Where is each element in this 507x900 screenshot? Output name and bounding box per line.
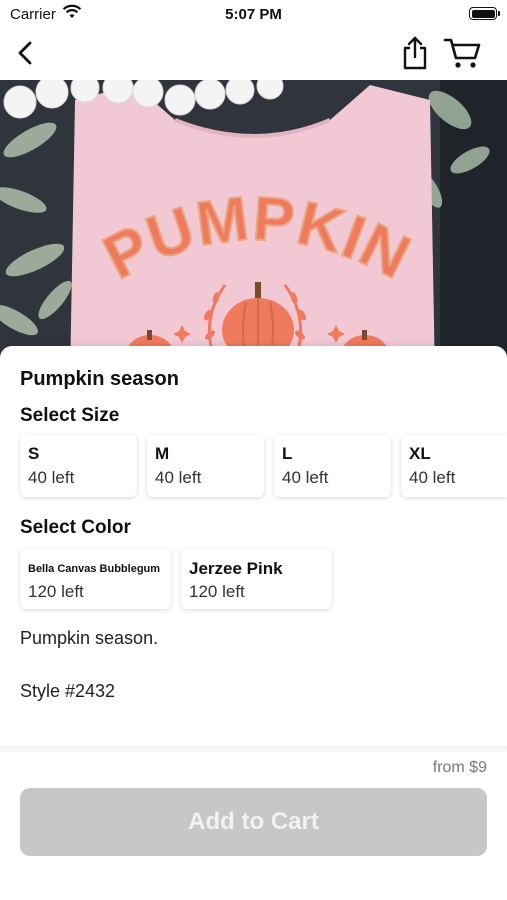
product-image: PUMPKIN xyxy=(0,80,507,380)
size-name: S xyxy=(28,444,40,463)
cart-icon xyxy=(443,38,481,68)
color-name: Jerzee Pink xyxy=(189,559,283,578)
color-stock: 120 left xyxy=(28,582,84,601)
select-size-label: Select Size xyxy=(20,405,120,426)
back-button[interactable] xyxy=(12,38,42,68)
size-name: XL xyxy=(409,444,431,463)
size-stock: 40 left xyxy=(282,468,329,487)
size-options: S 40 left M 40 left L 40 left XL 40 left xyxy=(20,435,507,497)
price-label: from $9 xyxy=(432,759,487,776)
product-title: Pumpkin season xyxy=(20,368,179,390)
chevron-left-icon xyxy=(18,41,32,65)
size-name: M xyxy=(155,444,170,463)
cart-button[interactable] xyxy=(443,36,483,70)
color-options: Bella Canvas Bubblegum 120 left Jerzee P… xyxy=(20,549,507,611)
size-stock: 40 left xyxy=(409,468,456,487)
footer-divider xyxy=(0,746,507,752)
product-detail-sheet: Pumpkin season Select Size S 40 left M 4… xyxy=(0,346,507,746)
color-name: Bella Canvas Bubblegum xyxy=(28,563,161,575)
color-option-jerzee-pink[interactable]: Jerzee Pink 120 left xyxy=(181,549,332,609)
nav-bar xyxy=(0,30,507,80)
size-stock: 40 left xyxy=(155,468,202,487)
size-option-l[interactable]: L 40 left xyxy=(274,435,391,497)
battery-icon xyxy=(469,7,500,20)
product-description: Pumpkin season. xyxy=(20,628,159,648)
color-option-bella-canvas-bubblegum[interactable]: Bella Canvas Bubblegum 120 left xyxy=(20,549,171,609)
style-number: Style #2432 xyxy=(20,681,116,701)
size-name: L xyxy=(282,444,293,463)
status-bar: Carrier 5:07 PM xyxy=(0,0,507,30)
size-stock: 40 left xyxy=(28,468,75,487)
share-icon xyxy=(403,36,427,70)
size-option-xl[interactable]: XL 40 left xyxy=(401,435,507,497)
status-time: 5:07 PM xyxy=(225,6,282,23)
add-to-cart-button[interactable]: Add to Cart xyxy=(20,788,487,856)
color-stock: 120 left xyxy=(189,582,245,601)
share-button[interactable] xyxy=(399,35,431,71)
size-option-s[interactable]: S 40 left xyxy=(20,435,137,497)
size-option-m[interactable]: M 40 left xyxy=(147,435,264,497)
select-color-label: Select Color xyxy=(20,517,131,538)
